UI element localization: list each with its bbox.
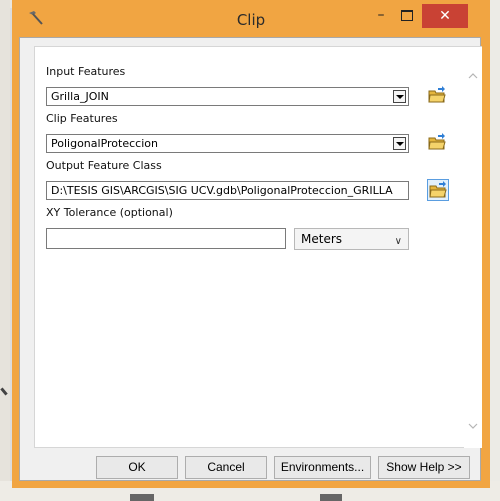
scroll-down-icon[interactable] xyxy=(468,421,478,431)
open-folder-icon xyxy=(428,133,446,150)
clip-features-combo[interactable]: PoligonalProteccion xyxy=(46,134,409,153)
input-features-label: Input Features xyxy=(46,65,126,78)
map-line xyxy=(320,494,342,501)
clip-dialog: Clip – ✕ Input Features Grilla_JOIN Clip… xyxy=(12,0,490,488)
input-features-value: Grilla_JOIN xyxy=(51,90,109,103)
chevron-down-icon[interactable] xyxy=(393,90,406,103)
output-feature-class-field[interactable]: D:\TESIS GIS\ARCGIS\SIG UCV.gdb\Poligona… xyxy=(46,181,409,200)
close-button[interactable]: ✕ xyxy=(422,4,468,28)
maximize-icon xyxy=(401,10,413,21)
xy-tolerance-input[interactable] xyxy=(46,228,286,249)
xy-tolerance-label: XY Tolerance (optional) xyxy=(46,206,173,219)
output-feature-class-label: Output Feature Class xyxy=(46,159,162,172)
input-features-browse-button[interactable] xyxy=(427,85,449,107)
map-line xyxy=(130,494,154,501)
open-folder-icon xyxy=(428,86,446,103)
output-feature-class-browse-button[interactable] xyxy=(427,179,449,201)
open-folder-icon xyxy=(429,181,447,198)
background-map-left xyxy=(0,0,10,501)
dialog-client-area: Input Features Grilla_JOIN Clip Features… xyxy=(19,37,482,481)
ok-button[interactable]: OK xyxy=(96,456,178,479)
vertical-scrollbar[interactable] xyxy=(464,47,482,448)
xy-tolerance-units-value: Meters xyxy=(301,232,343,246)
scroll-up-icon[interactable] xyxy=(468,71,478,81)
clip-features-browse-button[interactable] xyxy=(427,132,449,154)
title-bar[interactable]: Clip – ✕ xyxy=(12,0,490,36)
xy-tolerance-units-select[interactable]: Meters ∨ xyxy=(294,228,409,250)
minimize-button[interactable]: – xyxy=(368,4,394,28)
parameters-panel: Input Features Grilla_JOIN Clip Features… xyxy=(34,46,482,448)
cancel-button[interactable]: Cancel xyxy=(185,456,267,479)
clip-features-value: PoligonalProteccion xyxy=(51,137,158,150)
maximize-button[interactable] xyxy=(394,4,420,28)
background-map-right xyxy=(490,0,500,501)
environments-button[interactable]: Environments... xyxy=(274,456,371,479)
chevron-down-icon: ∨ xyxy=(394,236,402,247)
show-help-button[interactable]: Show Help >> xyxy=(378,456,470,479)
clip-features-label: Clip Features xyxy=(46,112,118,125)
input-features-combo[interactable]: Grilla_JOIN xyxy=(46,87,409,106)
chevron-down-icon[interactable] xyxy=(393,137,406,150)
